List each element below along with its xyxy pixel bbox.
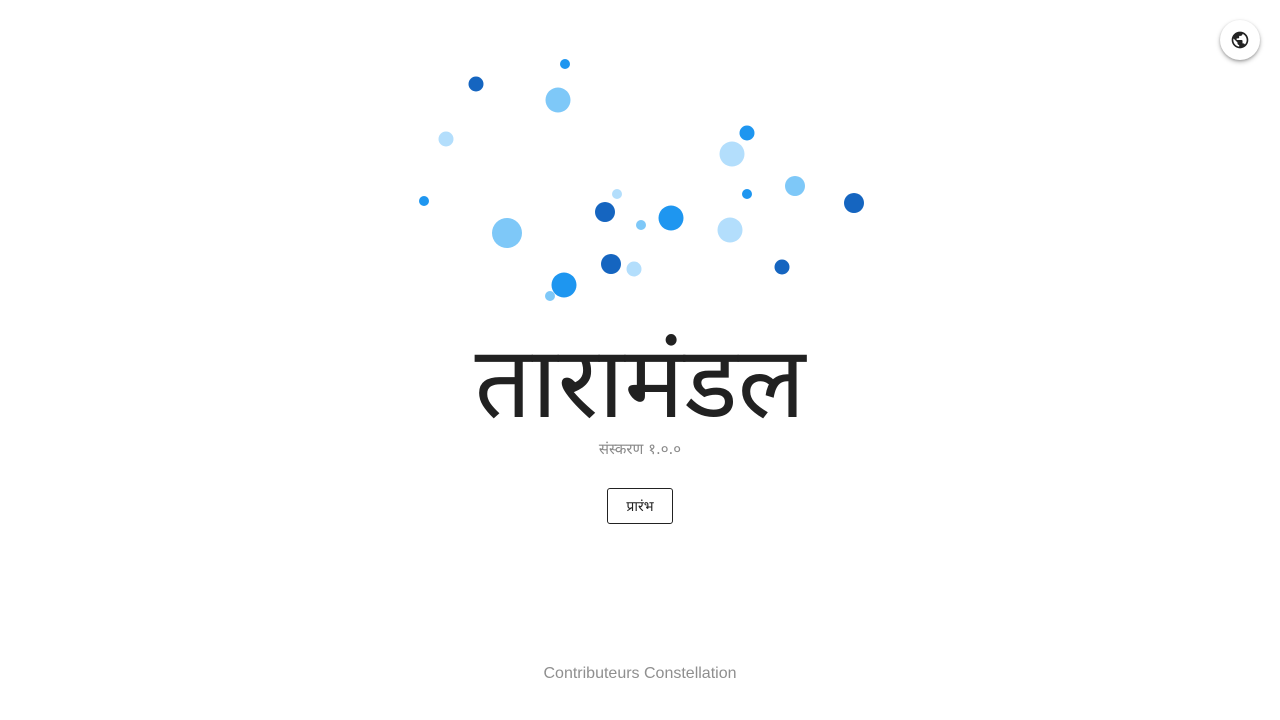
- star-dot: [419, 196, 429, 206]
- constellation-graphic: [419, 59, 864, 301]
- start-button[interactable]: प्रारंभ: [607, 488, 673, 524]
- version-label: संस्करण १.०.०: [598, 440, 682, 458]
- splash-page: तारामंडल संस्करण १.०.० प्रारंभ Contribut…: [0, 0, 1280, 720]
- star-dot: [742, 189, 752, 199]
- star-dot: [601, 254, 621, 274]
- star-dot: [626, 261, 642, 277]
- star-dot: [551, 272, 577, 298]
- star-dot: [468, 76, 484, 92]
- star-dot: [658, 205, 684, 231]
- star-dot: [612, 189, 622, 199]
- star-dot: [719, 141, 745, 167]
- star-dot: [785, 176, 805, 196]
- star-dot: [438, 131, 454, 147]
- star-dot: [545, 291, 555, 301]
- star-dot: [844, 193, 864, 213]
- star-dot: [560, 59, 570, 69]
- star-dot: [545, 87, 571, 113]
- star-dot: [595, 202, 615, 222]
- star-dot: [774, 259, 790, 275]
- star-dot: [739, 125, 755, 141]
- star-dot: [717, 217, 743, 243]
- app-title: तारामंडल: [474, 324, 806, 441]
- footer-credits: Contributeurs Constellation: [543, 665, 737, 682]
- star-dot: [492, 218, 522, 248]
- star-dot: [636, 220, 646, 230]
